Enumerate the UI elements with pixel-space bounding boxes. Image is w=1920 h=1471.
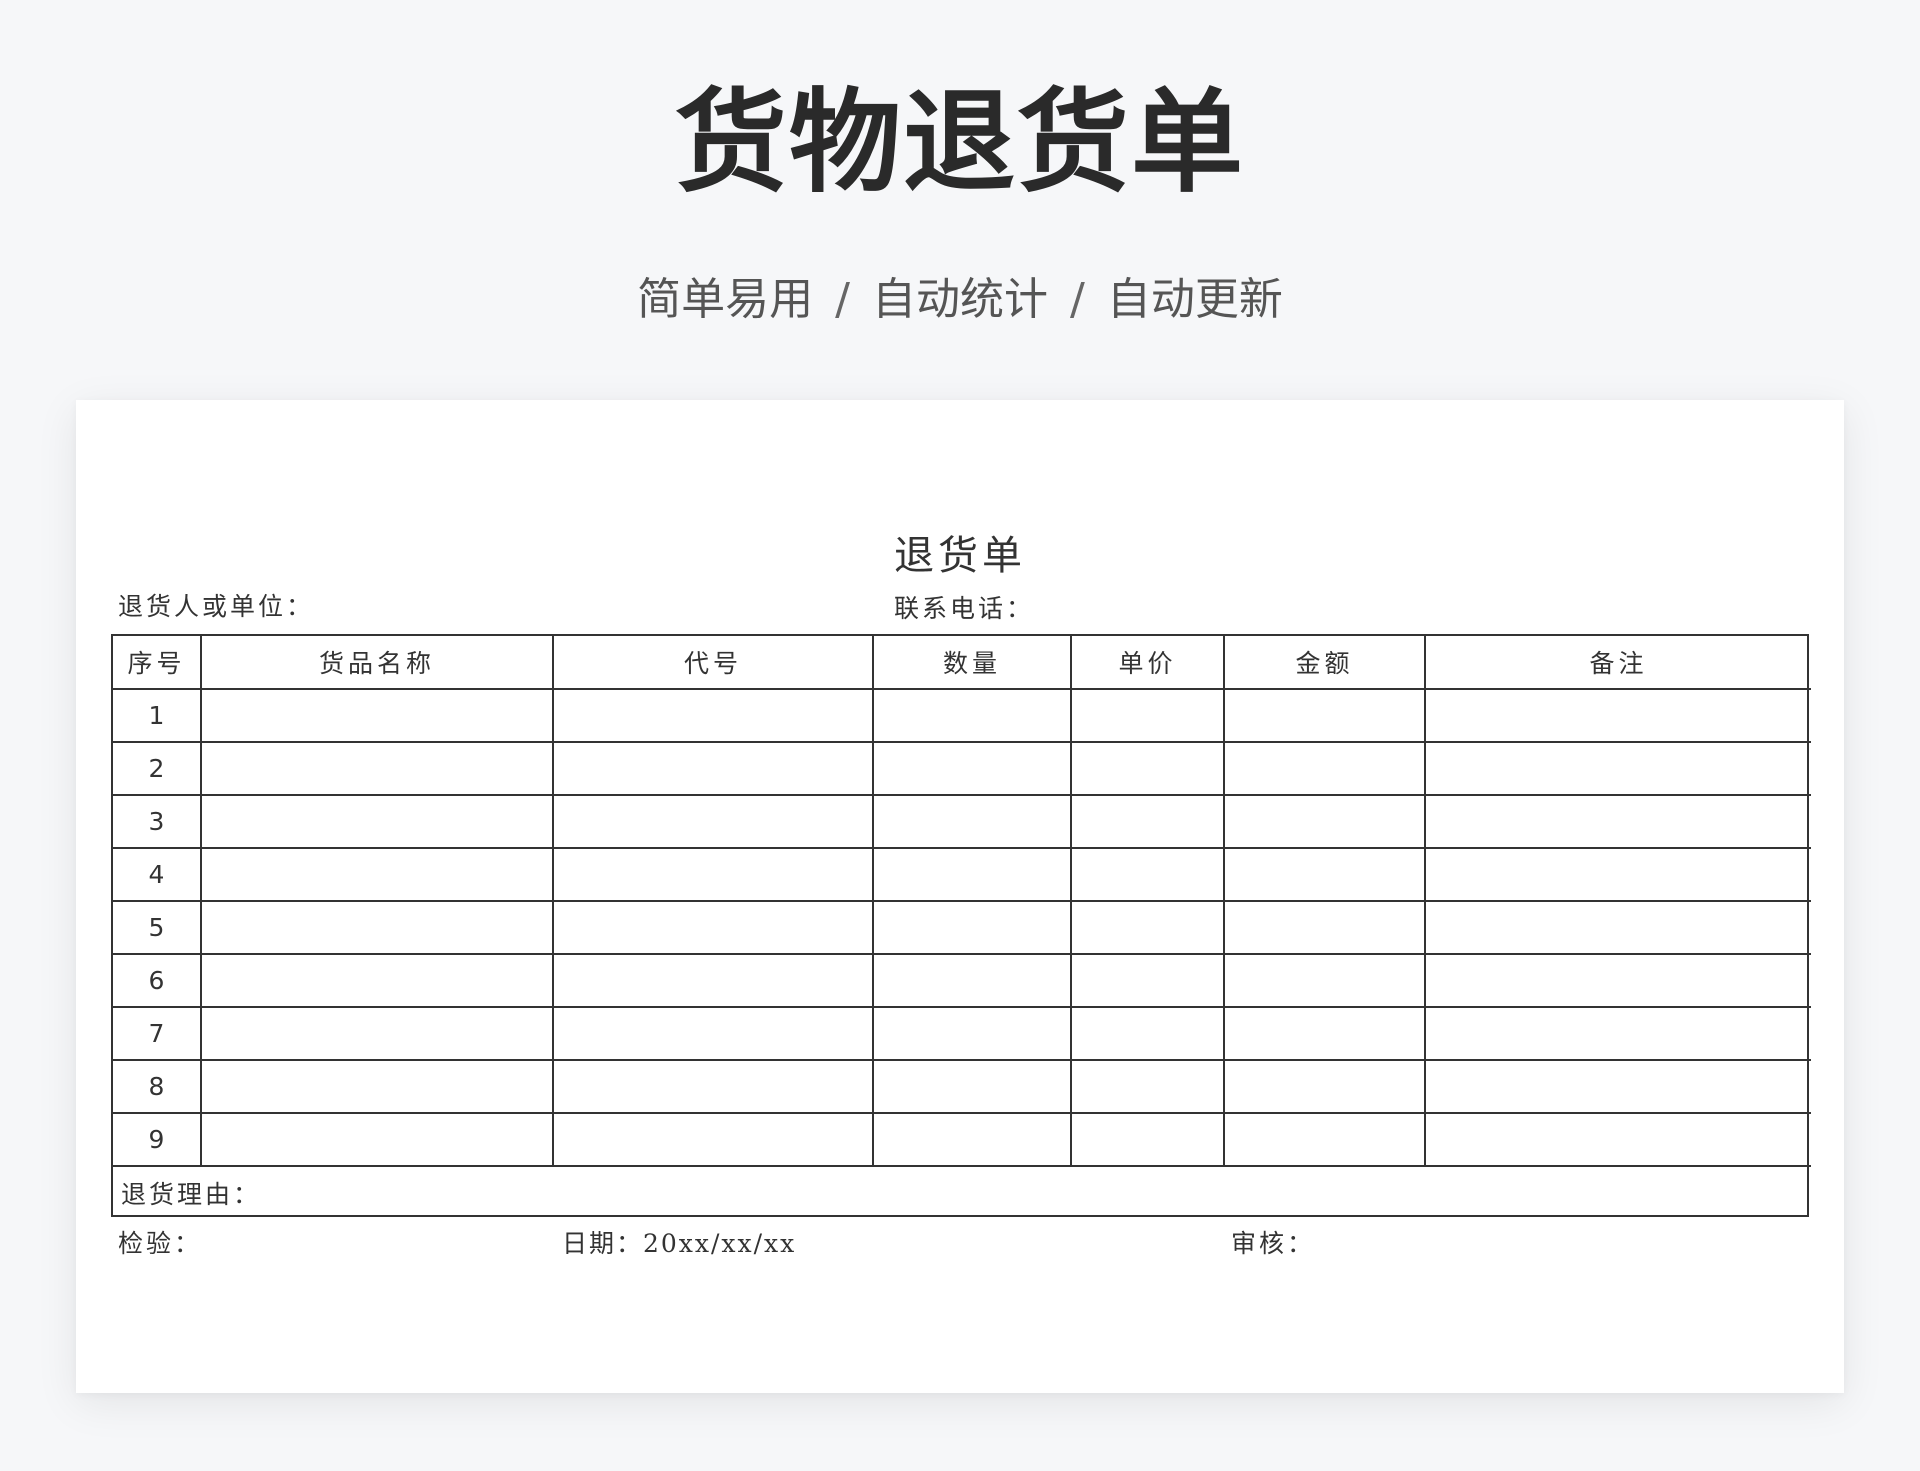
cell-remarks[interactable] xyxy=(1424,1112,1811,1167)
header-code: 代号 xyxy=(552,636,874,690)
cell-quantity[interactable] xyxy=(872,1112,1072,1167)
table-row: 2 xyxy=(113,741,1811,796)
cell-remarks[interactable] xyxy=(1424,847,1811,902)
table-row: 7 xyxy=(113,1006,1811,1061)
inspection-label: 检验： xyxy=(118,1229,203,1258)
subtitle-separator: / xyxy=(835,274,850,325)
cell-remarks[interactable] xyxy=(1424,1059,1811,1114)
cell-amount[interactable] xyxy=(1223,953,1426,1008)
cell-remarks[interactable] xyxy=(1424,900,1811,955)
cell-unit-price[interactable] xyxy=(1070,900,1225,955)
form-title: 退货单 xyxy=(894,533,1026,579)
cell-item-name[interactable] xyxy=(200,688,554,743)
row-number: 3 xyxy=(113,794,202,849)
cell-amount[interactable] xyxy=(1223,688,1426,743)
cell-unit-price[interactable] xyxy=(1070,847,1225,902)
header-item-name: 货品名称 xyxy=(200,636,554,690)
cell-amount[interactable] xyxy=(1223,900,1426,955)
cell-quantity[interactable] xyxy=(872,900,1072,955)
row-number: 4 xyxy=(113,847,202,902)
cell-quantity[interactable] xyxy=(872,741,1072,796)
subtitle-feature-easy: 简单易用 xyxy=(637,274,814,325)
cell-unit-price[interactable] xyxy=(1070,741,1225,796)
cell-remarks[interactable] xyxy=(1424,1006,1811,1061)
row-number: 5 xyxy=(113,900,202,955)
cell-item-name[interactable] xyxy=(200,953,554,1008)
reason-row: 退货理由： xyxy=(113,1165,1811,1219)
cell-unit-price[interactable] xyxy=(1070,1059,1225,1114)
table-row: 6 xyxy=(113,953,1811,1008)
cell-code[interactable] xyxy=(552,900,874,955)
cell-quantity[interactable] xyxy=(872,688,1072,743)
cell-amount[interactable] xyxy=(1223,741,1426,796)
table-row: 8 xyxy=(113,1059,1811,1114)
row-number: 8 xyxy=(113,1059,202,1114)
cell-unit-price[interactable] xyxy=(1070,1006,1225,1061)
cell-code[interactable] xyxy=(552,741,874,796)
cell-item-name[interactable] xyxy=(200,1006,554,1061)
cell-remarks[interactable] xyxy=(1424,794,1811,849)
cell-code[interactable] xyxy=(552,1006,874,1061)
cell-code[interactable] xyxy=(552,794,874,849)
return-items-table: 序号 货品名称 代号 数量 单价 金额 备注 1 2 3 4 5 6 7 8 9… xyxy=(111,634,1811,1219)
cell-item-name[interactable] xyxy=(200,741,554,796)
cell-unit-price[interactable] xyxy=(1070,794,1225,849)
header-amount: 金额 xyxy=(1223,636,1426,690)
header-remarks: 备注 xyxy=(1424,636,1811,690)
row-number: 2 xyxy=(113,741,202,796)
cell-code[interactable] xyxy=(552,688,874,743)
cell-quantity[interactable] xyxy=(872,794,1072,849)
form-sheet: 退货单 退货人或单位： 联系电话： 序号 货品名称 代号 数量 单价 金额 备注 xyxy=(76,400,1844,1393)
cell-code[interactable] xyxy=(552,1112,874,1167)
page-subtitle: 简单易用 / 自动统计 / 自动更新 xyxy=(0,270,1920,330)
subtitle-separator: / xyxy=(1070,274,1085,325)
cell-code[interactable] xyxy=(552,847,874,902)
cell-quantity[interactable] xyxy=(872,1059,1072,1114)
table-row: 9 xyxy=(113,1112,1811,1167)
header-unit-price: 单价 xyxy=(1070,636,1225,690)
table-row: 3 xyxy=(113,794,1811,849)
table-row: 1 xyxy=(113,688,1811,743)
cell-amount[interactable] xyxy=(1223,794,1426,849)
cell-remarks[interactable] xyxy=(1424,688,1811,743)
cell-unit-price[interactable] xyxy=(1070,1112,1225,1167)
cell-quantity[interactable] xyxy=(872,847,1072,902)
cell-unit-price[interactable] xyxy=(1070,688,1225,743)
cell-amount[interactable] xyxy=(1223,1112,1426,1167)
review-label: 审核： xyxy=(1231,1229,1316,1258)
reason-cell[interactable]: 退货理由： xyxy=(113,1165,1811,1219)
phone-label: 联系电话： xyxy=(894,594,1035,623)
subtitle-feature-update: 自动更新 xyxy=(1106,274,1283,325)
returner-label: 退货人或单位： xyxy=(118,592,315,621)
cell-item-name[interactable] xyxy=(200,900,554,955)
cell-code[interactable] xyxy=(552,1059,874,1114)
cell-quantity[interactable] xyxy=(872,953,1072,1008)
cell-unit-price[interactable] xyxy=(1070,953,1225,1008)
cell-item-name[interactable] xyxy=(200,794,554,849)
cell-item-name[interactable] xyxy=(200,1112,554,1167)
table-row: 5 xyxy=(113,900,1811,955)
date-label: 日期：20xx/xx/xx xyxy=(562,1229,797,1258)
header-index: 序号 xyxy=(113,636,202,690)
cell-amount[interactable] xyxy=(1223,847,1426,902)
subtitle-feature-stats: 自动统计 xyxy=(872,274,1048,325)
table-header-row: 序号 货品名称 代号 数量 单价 金额 备注 xyxy=(113,636,1811,690)
table-row: 4 xyxy=(113,847,1811,902)
cell-amount[interactable] xyxy=(1223,1006,1426,1061)
row-number: 1 xyxy=(113,688,202,743)
cell-remarks[interactable] xyxy=(1424,953,1811,1008)
cell-item-name[interactable] xyxy=(200,1059,554,1114)
cell-amount[interactable] xyxy=(1223,1059,1426,1114)
page-title: 货物退货单 xyxy=(675,78,1245,208)
row-number: 9 xyxy=(113,1112,202,1167)
cell-item-name[interactable] xyxy=(200,847,554,902)
row-number: 6 xyxy=(113,953,202,1008)
reason-label: 退货理由： xyxy=(121,1180,262,1209)
cell-code[interactable] xyxy=(552,953,874,1008)
header-quantity: 数量 xyxy=(872,636,1072,690)
cell-quantity[interactable] xyxy=(872,1006,1072,1061)
cell-remarks[interactable] xyxy=(1424,741,1811,796)
row-number: 7 xyxy=(113,1006,202,1061)
